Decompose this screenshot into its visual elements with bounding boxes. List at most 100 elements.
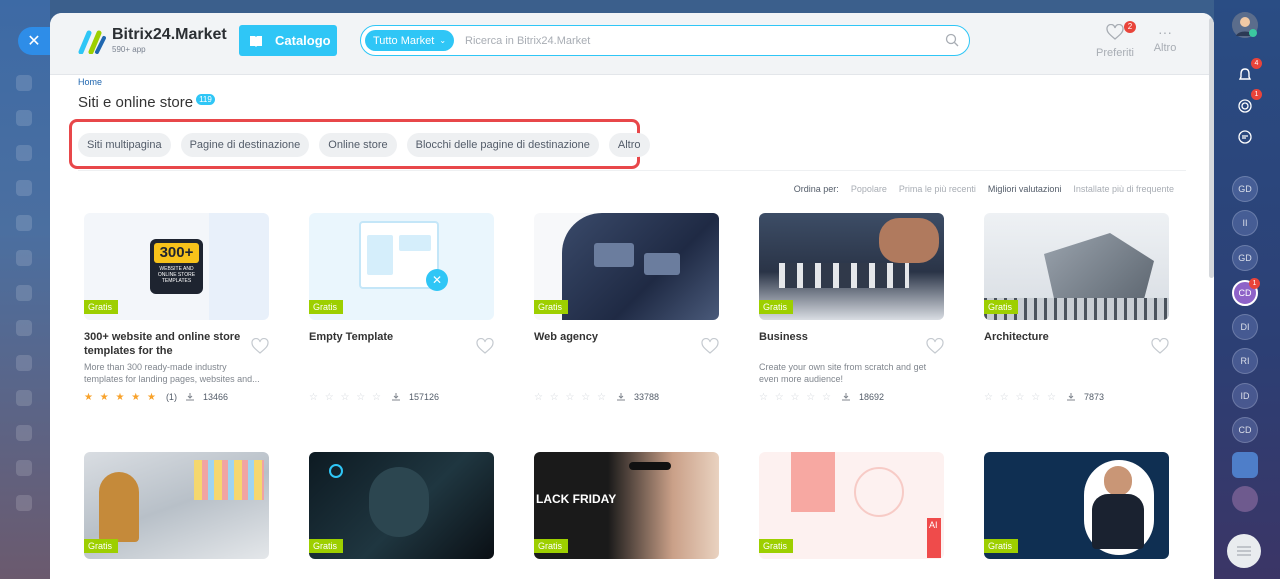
app-card[interactable]: AI Gratis [759, 452, 944, 559]
sort-label: Ordina per: [793, 184, 839, 194]
filter-chip[interactable]: Online store [319, 133, 397, 157]
filter-chip[interactable]: Blocchi delle pagine di destinazione [406, 133, 599, 157]
scrollbar[interactable] [1209, 18, 1214, 278]
sidebar-contact-active[interactable]: CD 1 [1232, 278, 1260, 306]
card-thumbnail: 300+ WEBSITE AND ONLINE STORE TEMPLATES … [84, 213, 269, 320]
card-thumbnail: Gratis [84, 452, 269, 559]
download-icon [616, 393, 625, 401]
filter-chip[interactable]: Pagine di destinazione [180, 133, 310, 157]
free-badge: Gratis [984, 300, 1019, 314]
app-card[interactable]: Gratis [84, 452, 269, 559]
sidebar-contact[interactable]: GD [1232, 245, 1258, 271]
app-card[interactable]: LACK FRIDAY Gratis [534, 452, 719, 559]
card-meta: ☆ ☆ ☆ ☆ ☆ 18692 [759, 391, 944, 403]
app-card[interactable]: ✕ Gratis Empty Template ☆ ☆ ☆ ☆ ☆ 157126 [309, 213, 494, 403]
rating-stars: ☆ ☆ ☆ ☆ ☆ [534, 391, 608, 403]
search-icon[interactable] [945, 33, 959, 47]
logo-subtitle: 590+ app [112, 45, 146, 54]
favorite-heart-icon[interactable] [476, 338, 494, 354]
card-title[interactable]: Empty Template [309, 330, 469, 358]
chat-icon[interactable] [1232, 124, 1258, 150]
black-friday-text: LACK FRIDAY [536, 492, 617, 506]
sort-option[interactable]: Prima le più recenti [899, 184, 976, 194]
card-title[interactable]: Web agency [534, 330, 694, 358]
more-button[interactable]: ··· Altro [1150, 24, 1180, 54]
app-card[interactable]: Gratis [309, 452, 494, 559]
favorites-button[interactable]: 2 Preferiti [1090, 21, 1140, 59]
logo-subtext: WEBSITE AND ONLINE STORE TEMPLATES [157, 266, 196, 284]
notifications-badge: 4 [1251, 58, 1262, 69]
search-category-select[interactable]: Tutto Market ⌄ [365, 30, 455, 51]
sort-options: Ordina per: Popolare Prima le più recent… [794, 184, 1174, 194]
search-input[interactable] [465, 31, 935, 51]
sidebar-contact[interactable]: CD [1232, 417, 1258, 443]
download-icon [185, 393, 194, 401]
favorite-heart-icon[interactable] [926, 338, 944, 354]
notifications-bell-icon[interactable]: 4 [1232, 58, 1262, 88]
ghost-icon [16, 425, 32, 441]
sidebar-group-avatar[interactable] [1232, 452, 1258, 478]
sidebar-group-avatar[interactable] [1232, 486, 1258, 512]
rating-stars: ☆ ☆ ☆ ☆ ☆ [309, 391, 383, 403]
free-badge: Gratis [534, 539, 569, 553]
right-sidebar: 4 1 GD II GD CD 1 DI RI ID CD [1214, 0, 1280, 579]
card-thumbnail: LACK FRIDAY Gratis [534, 452, 719, 559]
user-avatar[interactable] [1232, 12, 1258, 38]
card-title[interactable]: Business [759, 330, 919, 358]
app-card[interactable]: 300+ WEBSITE AND ONLINE STORE TEMPLATES … [84, 213, 269, 403]
card-description [984, 361, 1164, 385]
app-card[interactable]: Gratis Business Create your own site fro… [759, 213, 944, 403]
sidebar-contact[interactable]: GD [1232, 176, 1258, 202]
download-icon [841, 393, 850, 401]
app-card[interactable]: Gratis Web agency ☆ ☆ ☆ ☆ ☆ 33788 [534, 213, 719, 403]
page-count-badge: 119 [196, 94, 215, 105]
ghost-icon [16, 285, 32, 301]
breadcrumb[interactable]: Home [78, 77, 102, 87]
install-count: 18692 [858, 392, 884, 402]
sidebar-contact[interactable]: DI [1232, 314, 1258, 340]
sort-option-active[interactable]: Migliori valutazioni [988, 184, 1062, 194]
favorite-heart-icon[interactable] [1151, 338, 1169, 354]
filter-chip[interactable]: Altro [608, 133, 650, 157]
sort-option[interactable]: Installate più di frequente [1073, 184, 1174, 194]
close-slider-button[interactable]: ✕ [18, 27, 50, 55]
card-thumbnail: Gratis [984, 452, 1169, 559]
card-thumbnail: AI Gratis [759, 452, 944, 559]
chevron-down-icon: ⌄ [439, 36, 447, 45]
free-badge: Gratis [759, 539, 794, 553]
filter-chips: Siti multipagina Pagine di destinazione … [78, 133, 650, 157]
download-icon [1066, 393, 1075, 401]
sidebar-contact[interactable]: ID [1232, 383, 1258, 409]
hamburger-icon [1237, 546, 1251, 556]
tools-icon: ✕ [426, 269, 448, 291]
menu-button[interactable] [1227, 534, 1261, 568]
catalog-button[interactable]: Catalogo [239, 25, 337, 56]
card-thumbnail: ✕ Gratis [309, 213, 494, 320]
favorites-badge: 2 [1124, 21, 1136, 33]
free-badge: Gratis [84, 300, 119, 314]
card-thumbnail: Gratis [759, 213, 944, 320]
app-card[interactable]: Gratis Architecture ☆ ☆ ☆ ☆ ☆ 7873 [984, 213, 1169, 403]
review-count: (1) [165, 392, 177, 402]
sort-option[interactable]: Popolare [851, 184, 887, 194]
app-card[interactable]: Gratis [984, 452, 1169, 559]
sidebar-contact[interactable]: II [1232, 210, 1258, 236]
favorite-heart-icon[interactable] [701, 338, 719, 354]
favorite-heart-icon[interactable] [251, 338, 269, 354]
ghost-icon [16, 355, 32, 371]
card-title[interactable]: Architecture [984, 330, 1144, 358]
card-description: Create your own site from scratch and ge… [759, 362, 927, 384]
ghost-icon [16, 460, 32, 476]
close-icon: ✕ [27, 33, 41, 50]
rating-stars: ☆ ☆ ☆ ☆ ☆ [759, 391, 833, 403]
free-badge: Gratis [84, 539, 119, 553]
ghost-icon [16, 250, 32, 266]
card-description: More than 300 ready-made industry templa… [84, 362, 260, 384]
filter-chip[interactable]: Siti multipagina [78, 133, 171, 157]
activity-rings-icon[interactable]: 1 [1232, 89, 1262, 119]
card-thumbnail: Gratis [309, 452, 494, 559]
card-meta: ★ ★ ★ ★ ★ (1) 13466 [84, 391, 269, 403]
sidebar-contact[interactable]: RI [1232, 348, 1258, 374]
card-title[interactable]: 300+ website and online store templates … [84, 330, 244, 358]
more-label: Altro [1153, 42, 1177, 54]
